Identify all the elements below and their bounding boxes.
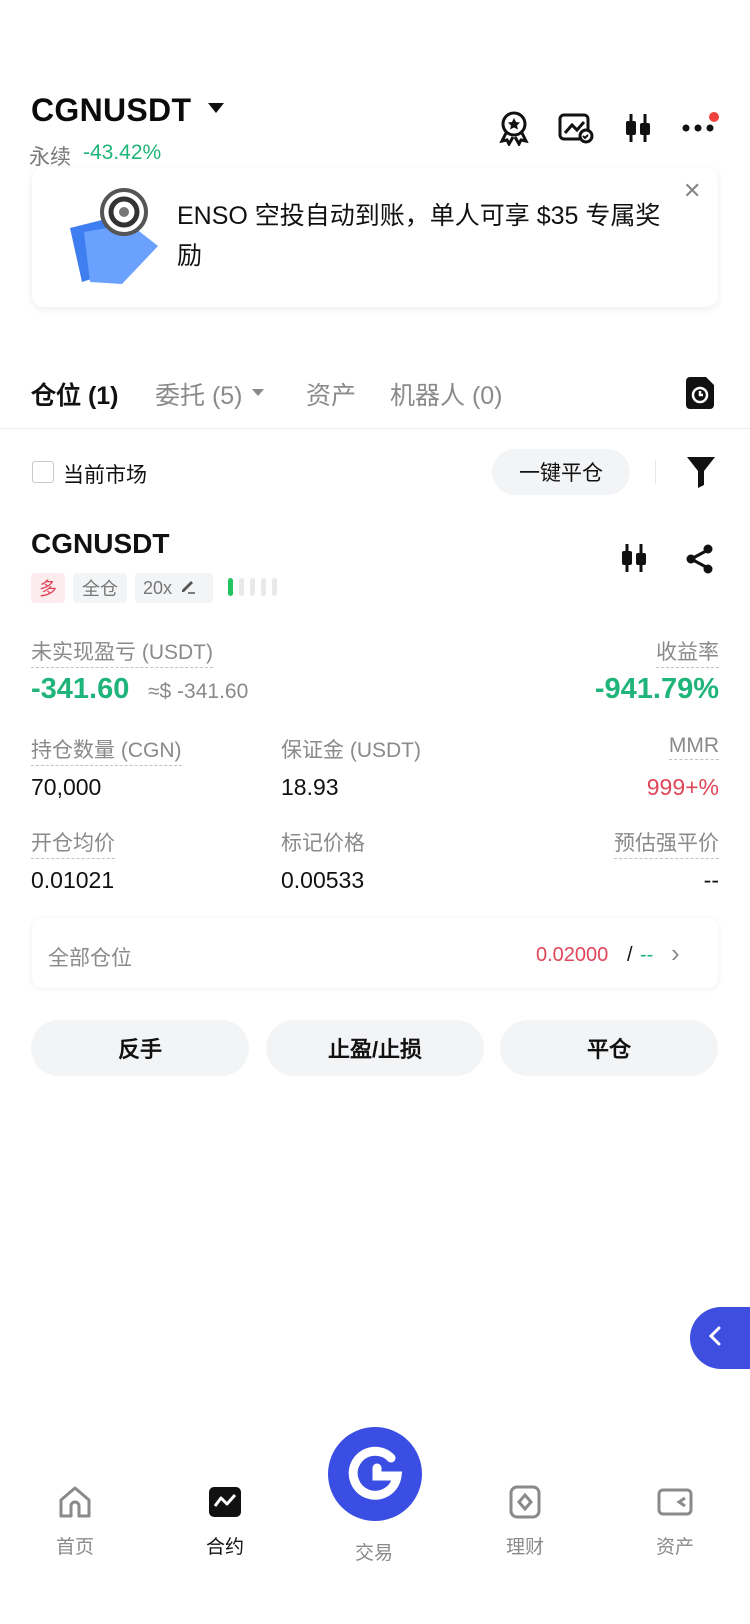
award-icon[interactable] (494, 108, 534, 148)
home-icon (57, 1484, 93, 1520)
adl-indicator (228, 578, 277, 596)
tabs-divider (0, 428, 750, 429)
history-document-icon[interactable] (686, 377, 714, 409)
candlestick-icon[interactable] (618, 108, 658, 148)
all-positions-label: 全部仓位 (48, 947, 132, 970)
trade-button[interactable] (328, 1427, 422, 1521)
side-badge: 多 (31, 573, 65, 603)
earn-icon (507, 1484, 543, 1520)
airdrop-folder-icon (66, 188, 162, 289)
candlestick-icon[interactable] (618, 542, 650, 579)
nav-trade-label[interactable]: 交易 (355, 1538, 393, 1565)
nav-futures-label: 合约 (205, 1537, 244, 1558)
margin-value: 18.93 (281, 774, 339, 800)
unrealized-pnl-value: -341.60 (31, 673, 130, 705)
chevron-down-icon[interactable] (252, 389, 264, 396)
futures-chart-icon (207, 1484, 243, 1520)
notification-dot (709, 112, 719, 122)
tp-sl-button[interactable]: 止盈/止损 (266, 1020, 484, 1076)
roe-label[interactable]: 收益率 (656, 636, 719, 668)
nav-assets[interactable]: 资产 (615, 1484, 735, 1559)
tab-bots[interactable]: 机器人 (0) (390, 376, 503, 412)
nav-earn-label: 理财 (505, 1537, 544, 1558)
position-symbol[interactable]: CGNUSDT (31, 528, 169, 560)
mark-price-value: 0.00533 (281, 867, 365, 893)
mmr-label[interactable]: MMR (668, 734, 719, 760)
edit-icon (180, 578, 196, 599)
all-positions-value: 0.02000 (536, 944, 609, 966)
tab-orders[interactable]: 委托 (5) (155, 376, 243, 412)
all-positions-separator: / (627, 944, 633, 966)
divider (655, 460, 656, 484)
price-change: -43.42% (83, 141, 162, 164)
nav-home-label: 首页 (55, 1537, 94, 1558)
position-size-value: 70,000 (31, 774, 102, 800)
close-icon[interactable]: ✕ (683, 178, 701, 204)
entry-price-label[interactable]: 开仓均价 (31, 827, 115, 859)
leverage-value: 20x (143, 577, 173, 598)
all-positions-row[interactable] (32, 918, 718, 988)
liquidation-price-label[interactable]: 预估强平价 (614, 827, 719, 859)
pair-dropdown-caret-icon[interactable] (208, 103, 224, 113)
nav-earn[interactable]: 理财 (465, 1484, 585, 1559)
mark-price-label: 标记价格 (281, 832, 365, 855)
tab-assets[interactable]: 资产 (306, 376, 356, 412)
tab-positions[interactable]: 仓位 (1) (31, 376, 119, 412)
margin-label: 保证金 (USDT) (281, 739, 421, 762)
leverage-badge[interactable]: 20x (135, 573, 213, 603)
nav-home[interactable]: 首页 (15, 1484, 135, 1559)
close-all-button[interactable]: 一键平仓 (492, 449, 630, 495)
wallet-icon (657, 1484, 693, 1520)
current-market-label[interactable]: 当前市场 (63, 459, 147, 489)
filter-icon[interactable] (686, 455, 716, 489)
all-positions-secondary: -- (640, 944, 654, 966)
share-icon[interactable] (684, 543, 716, 580)
close-position-button[interactable]: 平仓 (500, 1020, 718, 1076)
mmr-value: 999+% (646, 774, 719, 800)
reverse-button[interactable]: 反手 (31, 1020, 249, 1076)
current-market-checkbox[interactable] (32, 461, 54, 483)
unrealized-pnl-usd: ≈$ -341.60 (148, 680, 249, 703)
pair-title[interactable]: CGNUSDT (31, 92, 191, 129)
trade-logo-icon (347, 1444, 403, 1505)
banner-text[interactable]: ENSO 空投自动到账，单人可享 $35 专属奖励 (177, 196, 677, 276)
liquidation-price-value: -- (703, 867, 719, 893)
chevron-right-icon[interactable]: › (671, 938, 680, 969)
chevron-left-icon (708, 1326, 722, 1351)
side-panel-toggle[interactable] (690, 1307, 750, 1369)
roe-value: -941.79% (594, 673, 719, 705)
unrealized-pnl-label[interactable]: 未实现盈亏 (USDT) (31, 636, 213, 668)
nav-futures[interactable]: 合约 (165, 1484, 285, 1559)
position-size-label[interactable]: 持仓数量 (CGN) (31, 734, 182, 766)
entry-price-value: 0.01021 (31, 867, 115, 893)
margin-mode-badge[interactable]: 全仓 (73, 573, 127, 603)
chart-data-icon[interactable] (556, 108, 596, 148)
nav-assets-label: 资产 (655, 1537, 694, 1558)
